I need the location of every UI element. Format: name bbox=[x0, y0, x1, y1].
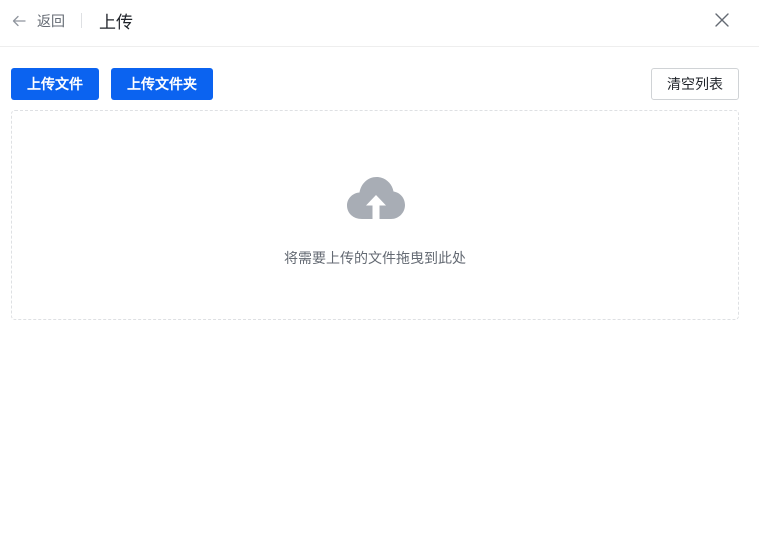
header-bar: 返回 上传 bbox=[0, 0, 759, 47]
back-label: 返回 bbox=[37, 14, 65, 30]
cloud-upload-icon bbox=[346, 175, 406, 223]
close-icon[interactable] bbox=[712, 10, 732, 30]
page-title: 上传 bbox=[99, 13, 133, 33]
back-button[interactable]: 返回 bbox=[11, 10, 65, 32]
drop-zone[interactable]: 将需要上传的文件拖曳到此处 bbox=[11, 110, 739, 320]
upload-page: 返回 上传 上传文件 上传文件夹 清空列表 将需要上传的文件拖曳到此处 bbox=[0, 0, 759, 534]
upload-file-button[interactable]: 上传文件 bbox=[11, 68, 99, 100]
upload-folder-button[interactable]: 上传文件夹 bbox=[111, 68, 213, 100]
arrow-left-icon bbox=[11, 13, 27, 29]
header-divider bbox=[81, 13, 82, 28]
clear-list-button[interactable]: 清空列表 bbox=[651, 68, 739, 100]
drop-hint-text: 将需要上传的文件拖曳到此处 bbox=[284, 251, 466, 267]
